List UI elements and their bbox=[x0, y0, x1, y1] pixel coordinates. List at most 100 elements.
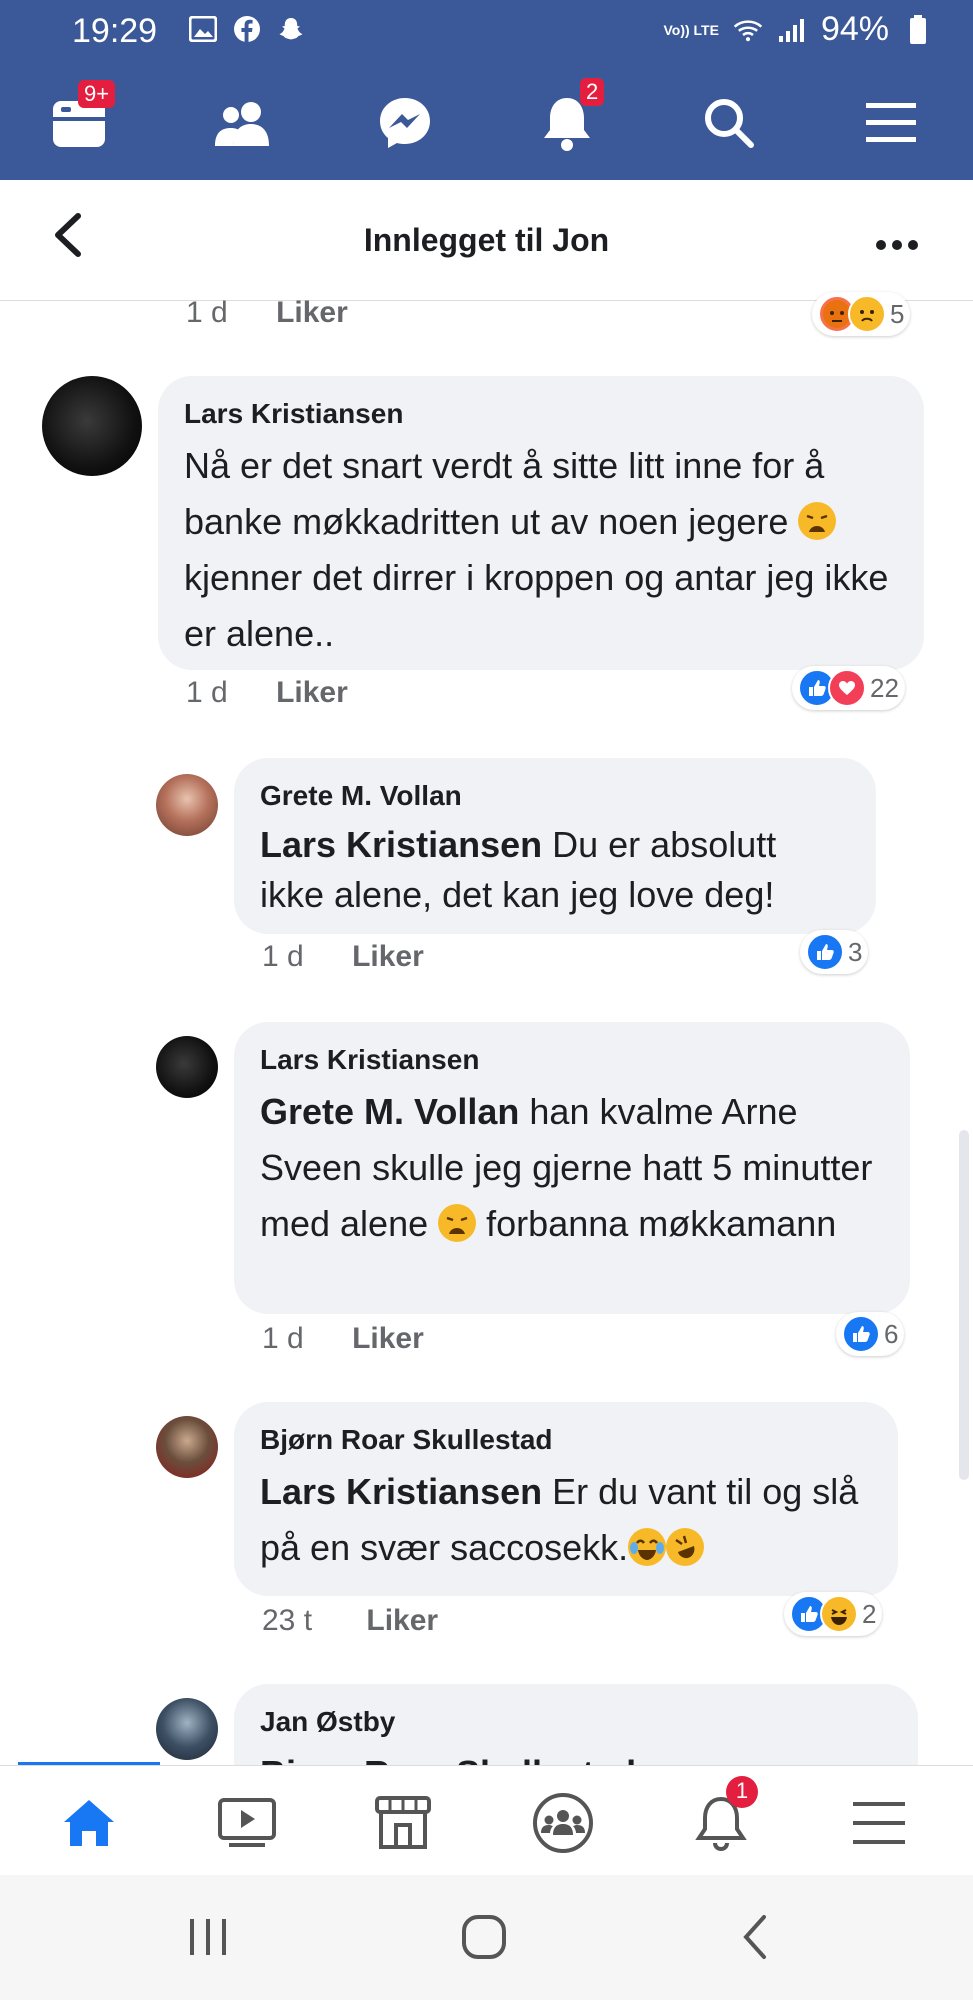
comment-meta: 1 d Liker bbox=[262, 1322, 424, 1356]
comment-meta: 1 d Liker bbox=[186, 676, 348, 710]
comment-meta: 1 d Liker bbox=[186, 296, 348, 330]
like-reaction-icon bbox=[842, 1315, 880, 1353]
page-title: Innlegget til Jon bbox=[363, 222, 610, 258]
avatar[interactable] bbox=[156, 774, 218, 836]
avatar[interactable] bbox=[156, 1416, 218, 1478]
comment-text: Lars Kristiansen Du er absolutt ikke ale… bbox=[260, 820, 850, 920]
rolling-laughing-emoji-icon bbox=[666, 1528, 705, 1566]
home-circle-icon bbox=[462, 1915, 506, 1959]
groups-tab[interactable] bbox=[528, 1788, 598, 1858]
comment-text: Lars Kristiansen Er du vant til og slå p… bbox=[260, 1464, 872, 1576]
notifications-tab[interactable]: 1 bbox=[686, 1776, 758, 1858]
comment-author[interactable]: Grete M. Vollan bbox=[260, 780, 850, 812]
post-header: Innlegget til Jon bbox=[0, 180, 973, 301]
reaction-count: 5 bbox=[890, 298, 905, 329]
reactions-summary[interactable]: 22 bbox=[792, 666, 905, 710]
comment-author[interactable]: Lars Kristiansen bbox=[184, 398, 898, 430]
recent-apps-button[interactable] bbox=[186, 1917, 230, 1962]
messenger-button[interactable] bbox=[370, 88, 440, 158]
mention-link[interactable]: Lars Kristiansen bbox=[260, 1471, 542, 1512]
haha-reaction-icon bbox=[820, 1595, 858, 1633]
like-button[interactable]: Liker bbox=[366, 1604, 438, 1637]
wifi-icon bbox=[733, 15, 763, 45]
comment-time: 23 t bbox=[262, 1604, 313, 1637]
reactions-summary[interactable]: 3 bbox=[800, 930, 869, 974]
comment-bubble: Grete M. Vollan Lars Kristiansen Du er a… bbox=[234, 758, 876, 934]
comment-text-partial: Bjørn Roar Skullestad bbox=[260, 1746, 892, 1766]
sad-reaction-icon bbox=[848, 295, 886, 333]
back-system-button[interactable] bbox=[740, 1913, 770, 1966]
comment-text-part: Nå er det snart verdt å sitte litt inne … bbox=[184, 445, 825, 542]
signal-icon bbox=[777, 15, 807, 45]
reactions-summary[interactable]: 6 bbox=[836, 1312, 905, 1356]
facebook-icon bbox=[232, 14, 262, 44]
home-system-button[interactable] bbox=[460, 1913, 508, 1966]
more-options-button[interactable] bbox=[875, 216, 919, 261]
friends-icon bbox=[215, 102, 269, 146]
avatar[interactable] bbox=[156, 1036, 218, 1098]
comment-bubble: Lars Kristiansen Nå er det snart verdt å… bbox=[158, 376, 924, 670]
search-button[interactable] bbox=[694, 88, 764, 158]
comment-time: 1 d bbox=[186, 676, 228, 709]
tears-of-joy-emoji-icon bbox=[628, 1528, 667, 1566]
friends-button[interactable] bbox=[208, 88, 278, 158]
battery-icon bbox=[903, 14, 933, 45]
weary-face-emoji-icon bbox=[438, 1204, 477, 1242]
feed-button[interactable]: 9+ bbox=[44, 80, 116, 158]
comment-text: Nå er det snart verdt å sitte litt inne … bbox=[184, 438, 898, 662]
comment-text-part: forbanna møkkamann bbox=[486, 1203, 837, 1244]
like-button[interactable]: Liker bbox=[276, 676, 348, 709]
battery-level: 94% bbox=[820, 10, 889, 48]
feed-badge: 9+ bbox=[78, 80, 116, 108]
like-button[interactable]: Liker bbox=[352, 1322, 424, 1355]
messenger-icon bbox=[380, 98, 430, 148]
reactions-summary[interactable]: 2 bbox=[784, 1592, 883, 1636]
reaction-count: 22 bbox=[870, 672, 899, 703]
facebook-top-nav: 9+ 2 bbox=[0, 70, 973, 180]
notifications-button[interactable]: 2 bbox=[532, 78, 605, 158]
comment-bubble: Lars Kristiansen Grete M. Vollan han kva… bbox=[234, 1022, 910, 1314]
weary-face-emoji-icon bbox=[798, 502, 837, 540]
watch-tab[interactable] bbox=[212, 1788, 282, 1858]
bottom-nav: 1 bbox=[0, 1765, 973, 1876]
avatar[interactable] bbox=[42, 376, 142, 476]
home-tab[interactable] bbox=[54, 1788, 124, 1858]
menu-tab[interactable] bbox=[844, 1788, 914, 1858]
comment-author[interactable]: Lars Kristiansen bbox=[260, 1044, 884, 1076]
back-chevron-icon bbox=[743, 1915, 766, 1959]
hamburger-icon bbox=[853, 1802, 905, 1844]
comment-text-part: kjenner det dirrer i kroppen og antar je… bbox=[184, 557, 889, 654]
notifications-badge: 2 bbox=[580, 78, 605, 106]
mention-link[interactable]: Lars Kristiansen bbox=[260, 824, 542, 865]
marketplace-tab[interactable] bbox=[368, 1788, 438, 1858]
comment-meta: 23 t Liker bbox=[262, 1604, 438, 1638]
more-dots-icon bbox=[876, 240, 918, 250]
scrollbar[interactable] bbox=[959, 1130, 969, 1480]
snapchat-icon bbox=[276, 14, 306, 44]
reaction-count: 6 bbox=[884, 1318, 899, 1349]
menu-button[interactable] bbox=[856, 88, 926, 158]
comment-bubble: Bjørn Roar Skullestad Lars Kristiansen E… bbox=[234, 1402, 898, 1596]
home-icon bbox=[64, 1800, 114, 1846]
groups-icon bbox=[533, 1793, 593, 1853]
search-icon bbox=[705, 99, 754, 148]
comment-author[interactable]: Jan Østby bbox=[260, 1706, 892, 1738]
like-button[interactable]: Liker bbox=[276, 296, 348, 329]
mention-link[interactable]: Grete M. Vollan bbox=[260, 1091, 519, 1132]
gallery-icon bbox=[188, 14, 218, 44]
reactions-summary[interactable]: 5 bbox=[812, 292, 911, 336]
system-nav-bar bbox=[0, 1875, 973, 2000]
avatar[interactable] bbox=[156, 1698, 218, 1760]
comment-text: Grete M. Vollan han kvalme Arne Sveen sk… bbox=[260, 1084, 884, 1252]
comment-meta: 1 d Liker bbox=[262, 940, 424, 974]
store-icon bbox=[375, 1796, 431, 1849]
notifications-tab-badge: 1 bbox=[726, 1776, 758, 1808]
comment-time: 1 d bbox=[186, 296, 228, 329]
hamburger-icon bbox=[866, 103, 916, 142]
love-reaction-icon bbox=[828, 669, 866, 707]
comment-author[interactable]: Bjørn Roar Skullestad bbox=[260, 1424, 872, 1456]
video-icon bbox=[218, 1798, 276, 1847]
reaction-count: 3 bbox=[848, 936, 863, 967]
status-bar: 19:29 Vo)) LTE 94% bbox=[0, 0, 973, 62]
like-button[interactable]: Liker bbox=[352, 940, 424, 973]
